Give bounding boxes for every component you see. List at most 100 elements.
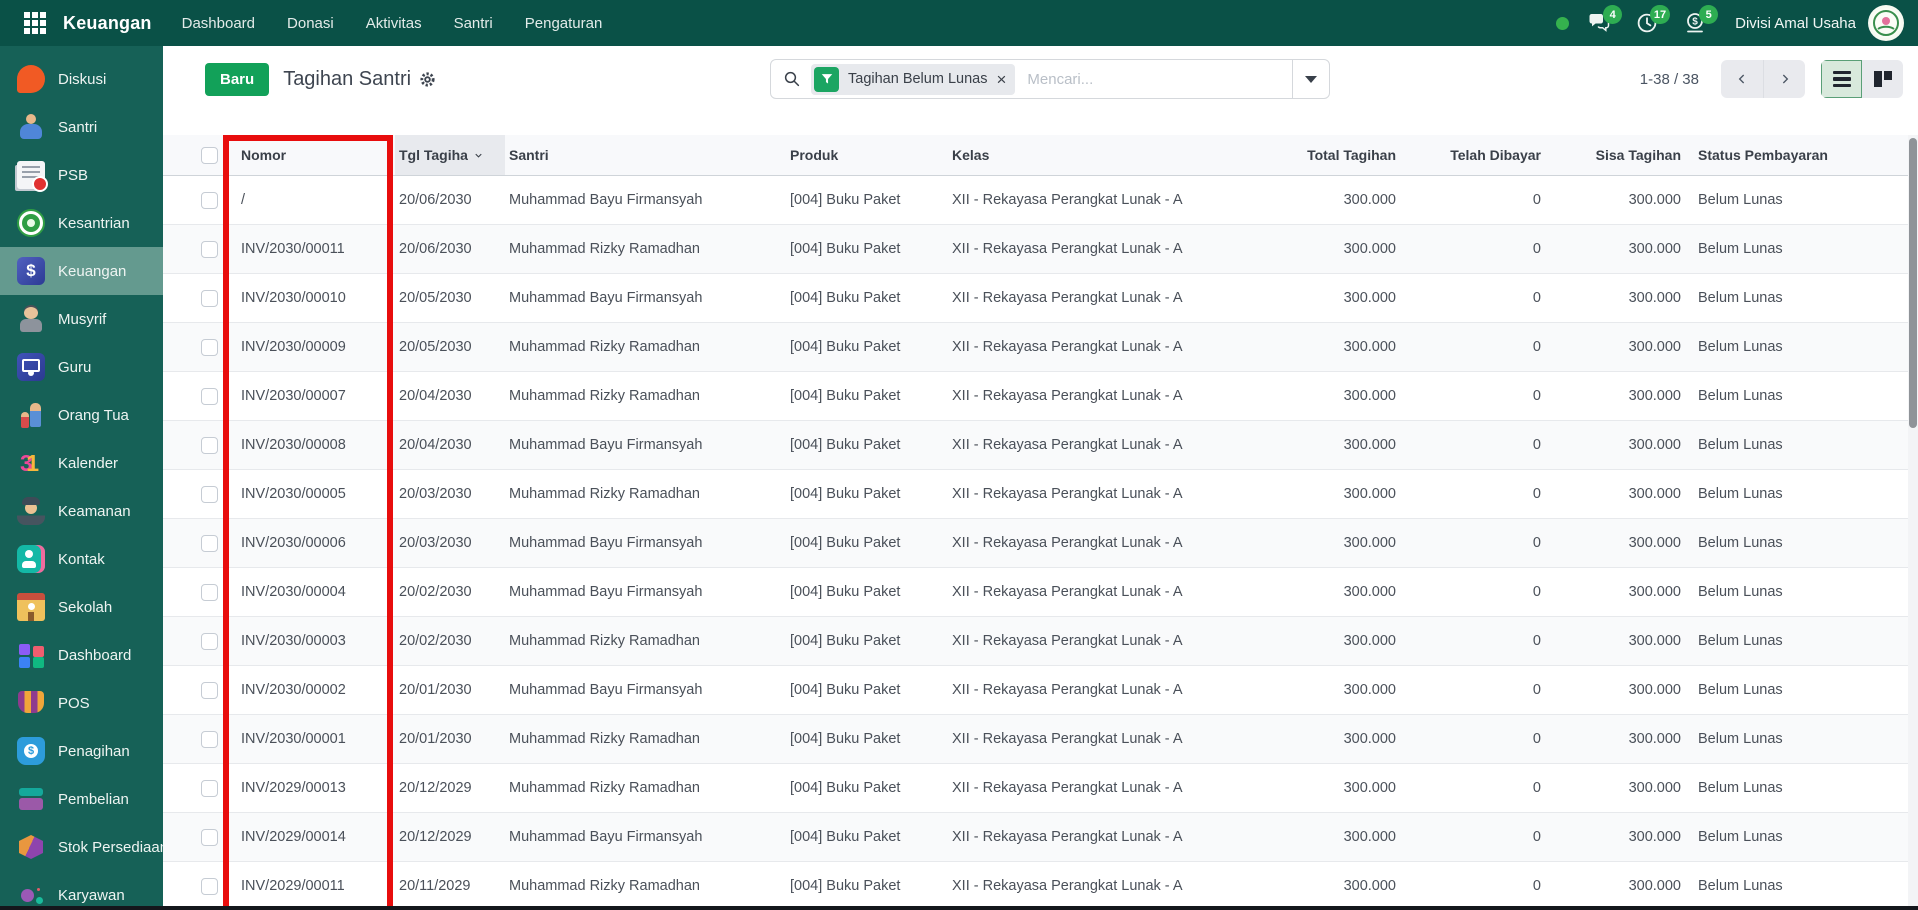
cell-santri: Muhammad Bayu Firmansyah xyxy=(509,682,703,698)
search-input[interactable] xyxy=(1027,70,1292,88)
sidebar-item-kesantrian[interactable]: Kesantrian xyxy=(0,199,163,247)
table-row[interactable]: INV/2030/00002 20/01/2030 Muhammad Bayu Fi… xyxy=(163,666,1918,715)
sidebar-item-karyawan[interactable]: Karyawan xyxy=(0,871,163,910)
sidebar-item-orang-tua[interactable]: Orang Tua xyxy=(0,391,163,439)
row-checkbox[interactable] xyxy=(201,681,218,699)
filter-chip-label: Tagihan Belum Lunas xyxy=(848,71,988,87)
cell-tgl: 20/02/2030 xyxy=(399,584,472,600)
table-row[interactable]: INV/2029/00013 20/12/2029 Muhammad Rizky R… xyxy=(163,764,1918,813)
messages-button[interactable]: 4 xyxy=(1587,5,1623,35)
new-record-button[interactable]: Baru xyxy=(205,62,270,96)
row-checkbox[interactable] xyxy=(201,485,218,503)
row-checkbox[interactable] xyxy=(201,436,218,454)
filter-chip[interactable]: Tagihan Belum Lunas × xyxy=(811,63,1016,95)
sidebar-item-stok-persediaan[interactable]: Stok Persediaan xyxy=(0,823,163,871)
sidebar-item-psb[interactable]: PSB xyxy=(0,151,163,199)
sidebar-item-santri[interactable]: Santri xyxy=(0,103,163,151)
sidebar-item-kalender[interactable]: Kalender xyxy=(0,439,163,487)
row-checkbox[interactable] xyxy=(201,583,218,601)
row-checkbox[interactable] xyxy=(201,779,218,797)
cell-santri: Muhammad Rizky Ramadhan xyxy=(509,633,700,649)
activities-button[interactable]: 17 xyxy=(1635,5,1671,35)
column-header-kelas[interactable]: Kelas xyxy=(948,147,1240,163)
table-row[interactable]: INV/2030/00010 20/05/2030 Muhammad Bayu Fi… xyxy=(163,274,1918,323)
navbar-right: 4 17 $ 5 Divisi Amal Usaha xyxy=(1556,5,1918,41)
nav-menu-dashboard[interactable]: Dashboard xyxy=(182,15,255,32)
nav-menu-donasi[interactable]: Donasi xyxy=(287,15,334,32)
sidebar-item-dashboard[interactable]: Dashboard xyxy=(0,631,163,679)
row-checkbox[interactable] xyxy=(201,338,218,356)
table-row[interactable]: INV/2029/00011 20/11/2029 Muhammad Rizky R… xyxy=(163,862,1918,910)
sidebar-item-label: Pembelian xyxy=(58,790,129,808)
sidebar-item-keuangan[interactable]: Keuangan xyxy=(0,247,163,295)
cell-status: Belum Lunas xyxy=(1698,437,1783,453)
sidebar-item-guru[interactable]: Guru xyxy=(0,343,163,391)
sidebar-item-musyrif[interactable]: Musyrif xyxy=(0,295,163,343)
chevron-right-icon xyxy=(1782,74,1788,84)
table-row[interactable]: INV/2030/00005 20/03/2030 Muhammad Rizky R… xyxy=(163,470,1918,519)
sidebar-item-sekolah[interactable]: Sekolah xyxy=(0,583,163,631)
accounting-button[interactable]: $ 5 xyxy=(1683,5,1719,35)
table-row[interactable]: INV/2030/00001 20/01/2030 Muhammad Rizky R… xyxy=(163,715,1918,764)
row-checkbox[interactable] xyxy=(201,289,218,307)
scrollbar-thumb[interactable] xyxy=(1909,138,1917,428)
column-header-telah-dibayar[interactable]: Telah Dibayar xyxy=(1400,147,1545,163)
kanban-view-button[interactable] xyxy=(1862,60,1903,98)
row-checkbox[interactable] xyxy=(201,240,218,258)
column-header-tgl-tagihan[interactable]: Tgl Tagiha xyxy=(395,135,505,175)
nav-menu-aktivitas[interactable]: Aktivitas xyxy=(366,15,422,32)
select-all-checkbox[interactable] xyxy=(201,146,218,164)
table-row[interactable]: INV/2029/00014 20/12/2029 Muhammad Bayu Fi… xyxy=(163,813,1918,862)
pager-next-button[interactable] xyxy=(1763,60,1805,98)
table-row[interactable]: INV/2030/00004 20/02/2030 Muhammad Bayu Fi… xyxy=(163,568,1918,617)
table-row[interactable]: INV/2030/00009 20/05/2030 Muhammad Rizky R… xyxy=(163,323,1918,372)
column-header-total-tagihan[interactable]: Total Tagihan xyxy=(1240,147,1400,163)
search-box[interactable]: Tagihan Belum Lunas × xyxy=(770,59,1330,99)
row-checkbox[interactable] xyxy=(201,387,218,405)
nav-menu-pengaturan[interactable]: Pengaturan xyxy=(525,15,603,32)
sidebar-item-kontak[interactable]: Kontak xyxy=(0,535,163,583)
sidebar-item-keamanan[interactable]: Keamanan xyxy=(0,487,163,535)
sidebar-item-pos[interactable]: POS xyxy=(0,679,163,727)
cell-tgl: 20/04/2030 xyxy=(399,388,472,404)
column-header-produk[interactable]: Produk xyxy=(786,147,948,163)
row-checkbox[interactable] xyxy=(201,730,218,748)
pager-previous-button[interactable] xyxy=(1721,60,1763,98)
table-row[interactable]: INV/2030/00007 20/04/2030 Muhammad Rizky R… xyxy=(163,372,1918,421)
cell-sisa: 300.000 xyxy=(1628,486,1681,502)
row-checkbox[interactable] xyxy=(201,534,218,552)
gear-icon[interactable] xyxy=(419,71,436,88)
column-header-santri[interactable]: Santri xyxy=(505,147,786,163)
cell-sisa: 300.000 xyxy=(1628,780,1681,796)
user-avatar[interactable] xyxy=(1868,5,1904,41)
column-header-sisa-tagihan[interactable]: Sisa Tagihan xyxy=(1545,147,1685,163)
column-header-nomor[interactable]: Nomor xyxy=(223,147,395,163)
cell-dibayar: 0 xyxy=(1532,437,1541,453)
table-row[interactable]: INV/2030/00011 20/06/2030 Muhammad Rizky R… xyxy=(163,225,1918,274)
apps-grid-icon[interactable] xyxy=(24,12,46,34)
sidebar-item-diskusi[interactable]: Diskusi xyxy=(0,55,163,103)
row-checkbox[interactable] xyxy=(201,877,218,895)
row-checkbox[interactable] xyxy=(201,191,218,209)
row-checkbox[interactable] xyxy=(201,632,218,650)
sidebar-item-penagihan[interactable]: Penagihan xyxy=(0,727,163,775)
table-row[interactable]: INV/2030/00003 20/02/2030 Muhammad Rizky R… xyxy=(163,617,1918,666)
table-row[interactable]: INV/2030/00008 20/04/2030 Muhammad Bayu Fi… xyxy=(163,421,1918,470)
sidebar-item-pembelian[interactable]: Pembelian xyxy=(0,775,163,823)
table-row[interactable]: INV/2030/00006 20/03/2030 Muhammad Bayu Fi… xyxy=(163,519,1918,568)
sidebar-item-label: Keuangan xyxy=(58,262,127,280)
cell-dibayar: 0 xyxy=(1532,535,1541,551)
cell-produk: [004] Buku Paket xyxy=(790,241,901,257)
company-switcher[interactable]: Divisi Amal Usaha xyxy=(1735,15,1856,32)
chevron-down-icon xyxy=(1305,75,1317,83)
remove-filter-icon[interactable]: × xyxy=(996,71,1006,88)
main-content: Baru Tagihan Santri Tagihan Belum Lunas … xyxy=(163,46,1918,910)
row-checkbox[interactable] xyxy=(201,828,218,846)
vertical-scrollbar[interactable] xyxy=(1908,135,1918,906)
search-dropdown-toggle[interactable] xyxy=(1292,60,1329,98)
column-header-status-pembayaran[interactable]: Status Pembayaran xyxy=(1685,147,1918,163)
app-name[interactable]: Keuangan xyxy=(63,13,152,34)
nav-menu-santri[interactable]: Santri xyxy=(454,15,493,32)
list-view-button[interactable] xyxy=(1821,60,1862,98)
table-row[interactable]: / 20/06/2030 Muhammad Bayu Firmansyah [004]… xyxy=(163,176,1918,225)
